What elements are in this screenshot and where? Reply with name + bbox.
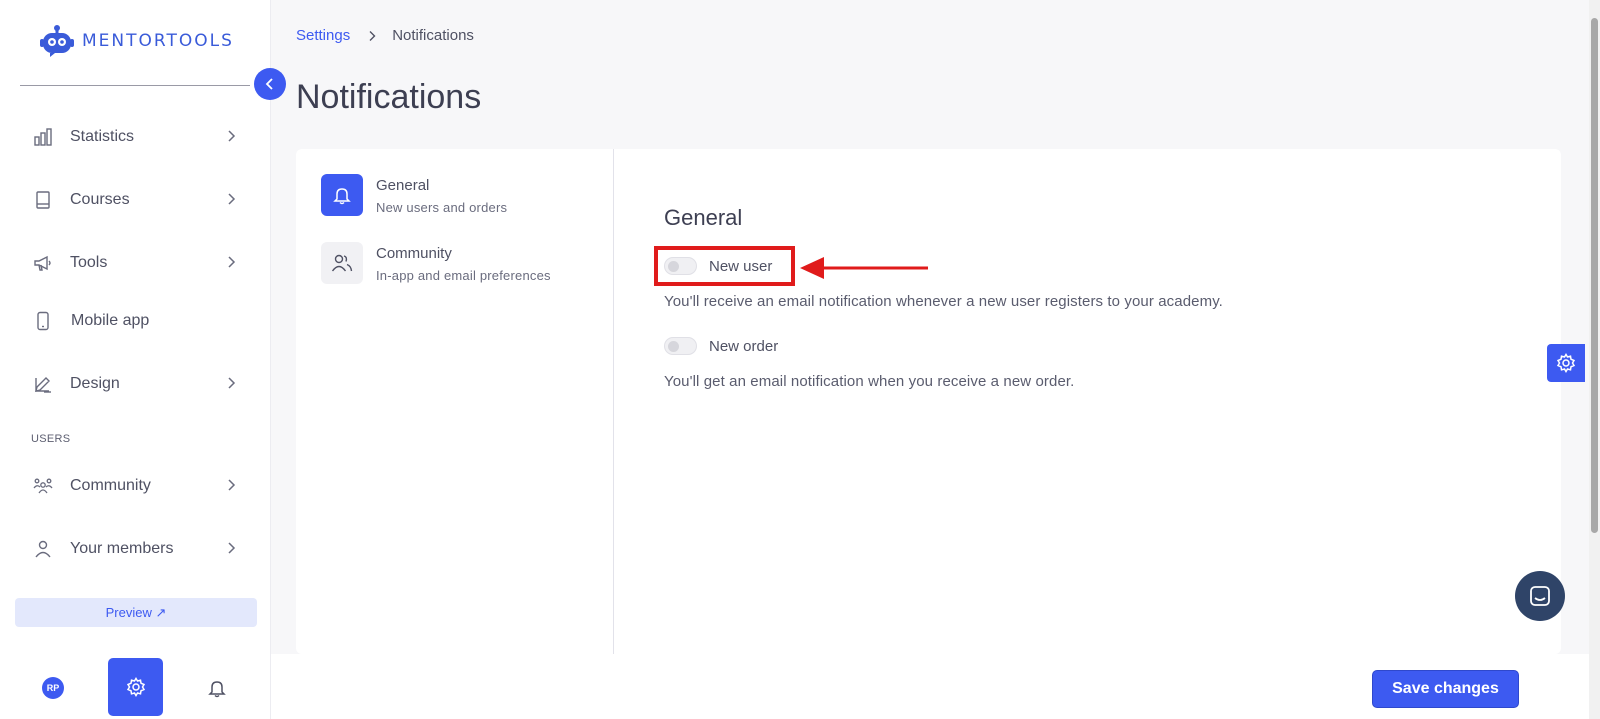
breadcrumb: Settings Notifications [296, 27, 474, 44]
sidebar-item-mobile-app[interactable]: Mobile app [0, 296, 271, 346]
settings-menu-title: General [376, 177, 430, 194]
settings-menu-general[interactable]: General New users and orders [321, 174, 507, 216]
breadcrumb-settings-link[interactable]: Settings [296, 27, 350, 44]
toggle-knob [668, 341, 679, 352]
sidebar-item-label: Tools [70, 254, 108, 271]
sidebar-item-your-members[interactable]: Your members [0, 524, 271, 574]
user-icon [33, 539, 53, 559]
chevron-right-icon [228, 479, 236, 491]
people-group-icon [33, 476, 53, 496]
page-title: Notifications [296, 78, 482, 116]
settings-menu-title: Community [376, 245, 452, 262]
chat-icon [1530, 586, 1550, 606]
brand-name: MENTORTOOLS [82, 31, 234, 51]
preview-button[interactable]: Preview ↗ [15, 598, 257, 627]
sidebar-item-design[interactable]: Design [0, 359, 271, 409]
chevron-right-icon [228, 256, 236, 268]
chat-launcher-button[interactable] [1515, 571, 1565, 621]
users-section-label: USERS [31, 433, 71, 445]
toggle-description: You'll receive an email notification whe… [664, 293, 1223, 310]
sidebar-item-community[interactable]: Community [0, 461, 271, 511]
logo[interactable]: MENTORTOOLS [40, 24, 234, 58]
chevron-right-icon [228, 193, 236, 205]
preview-label: Preview ↗ [105, 604, 167, 620]
phone-icon [33, 311, 53, 331]
sidebar-item-label: Courses [70, 191, 130, 208]
gear-icon [1556, 353, 1576, 373]
sidebar-item-label: Community [70, 477, 151, 494]
gear-icon [126, 677, 145, 697]
new-order-toggle-row: New order [664, 337, 778, 355]
sidebar-item-label: Mobile app [71, 312, 150, 329]
sidebar-item-courses[interactable]: Courses [0, 175, 271, 225]
settings-button[interactable] [108, 658, 163, 716]
collapse-sidebar-button[interactable] [254, 68, 286, 100]
card-divider [613, 149, 614, 654]
chevron-right-icon [366, 30, 378, 42]
sidebar-item-label: Design [70, 375, 120, 392]
book-icon [33, 190, 53, 210]
section-title: General [664, 205, 743, 230]
sidebar-item-statistics[interactable]: Statistics [0, 112, 271, 162]
new-order-toggle[interactable] [664, 337, 697, 355]
chevron-right-icon [228, 542, 236, 554]
bell-icon [321, 174, 363, 216]
annotation-highlight-box [654, 246, 795, 286]
settings-menu-community[interactable]: Community In-app and email preferences [321, 242, 551, 284]
users-icon [321, 242, 363, 284]
sidebar: MENTORTOOLS Statistics Courses Tools Mob… [0, 0, 271, 719]
chevron-left-icon [265, 78, 273, 90]
breadcrumb-current: Notifications [392, 27, 474, 44]
sidebar-bottom-bar: RP [0, 655, 271, 719]
notifications-button[interactable] [206, 677, 228, 699]
chevron-right-icon [228, 377, 236, 389]
sidebar-divider [20, 85, 250, 86]
bell-icon [208, 681, 226, 698]
sidebar-item-tools[interactable]: Tools [0, 238, 271, 288]
pencil-icon [33, 374, 53, 394]
bar-chart-icon [33, 127, 53, 147]
annotation-arrow-icon [800, 257, 928, 279]
chevron-right-icon [228, 130, 236, 142]
settings-card: General New users and orders Community I… [296, 149, 1561, 654]
toggle-label: New order [709, 337, 779, 355]
logo-robot-icon [40, 25, 74, 57]
settings-menu-subtitle: In-app and email preferences [376, 268, 551, 283]
sidebar-item-label: Your members [70, 540, 174, 557]
settings-menu-subtitle: New users and orders [376, 200, 508, 215]
scrollbar-thumb[interactable] [1591, 18, 1598, 533]
avatar[interactable]: RP [42, 677, 64, 699]
side-settings-button[interactable] [1547, 344, 1585, 382]
megaphone-icon [33, 253, 53, 273]
sidebar-item-label: Statistics [70, 128, 135, 145]
save-changes-button[interactable]: Save changes [1372, 670, 1519, 708]
toggle-description: You'll get an email notification when yo… [664, 373, 1075, 390]
